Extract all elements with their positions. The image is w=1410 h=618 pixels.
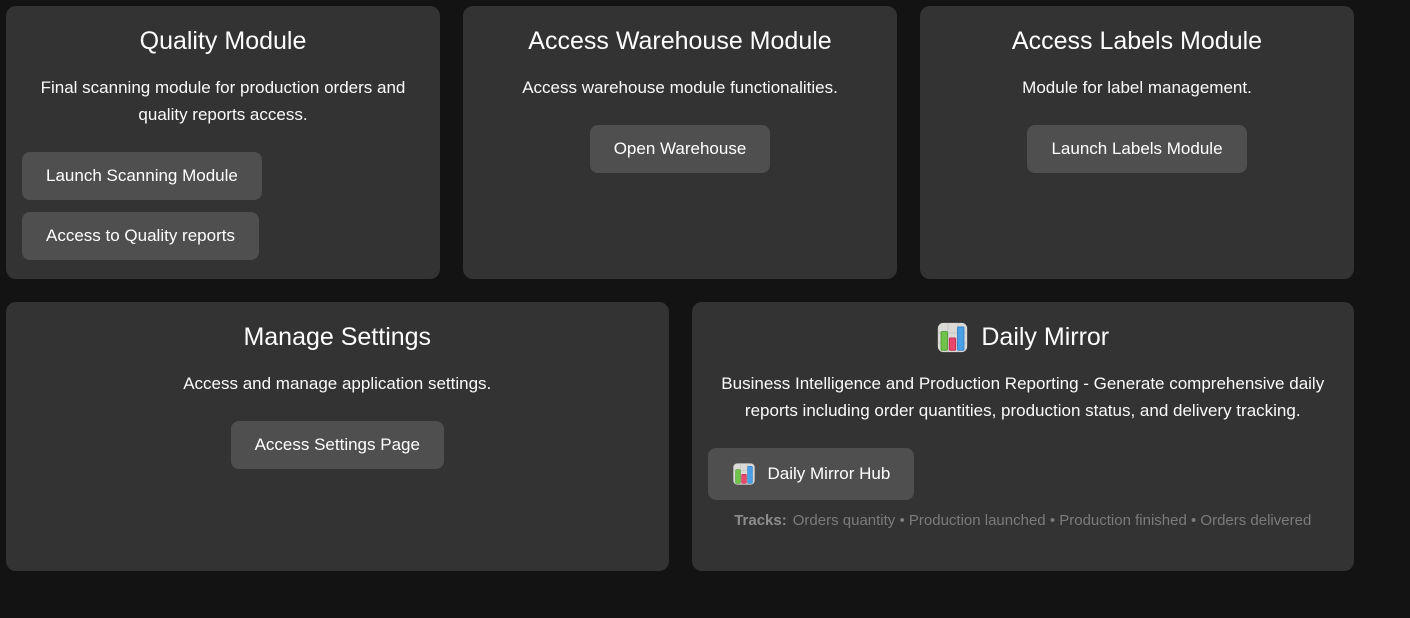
access-settings-page-button[interactable]: Access Settings Page [231, 421, 444, 469]
manage-settings-description: Access and manage application settings. [30, 370, 645, 397]
dashboard-row-top: Quality Module Final scanning module for… [6, 6, 1354, 279]
labels-module-title: Access Labels Module [936, 24, 1338, 58]
modules-dashboard: Quality Module Final scanning module for… [6, 6, 1354, 571]
bar-chart-icon [732, 462, 756, 486]
warehouse-module-actions: Open Warehouse [479, 125, 881, 173]
warehouse-module-title: Access Warehouse Module [479, 24, 881, 58]
launch-scanning-module-button[interactable]: Launch Scanning Module [22, 152, 262, 200]
daily-mirror-title: Daily Mirror [981, 320, 1109, 354]
labels-module-description: Module for label management. [944, 74, 1330, 101]
quality-module-actions: Launch Scanning Module Access to Quality… [22, 152, 424, 260]
card-access-warehouse-module: Access Warehouse Module Access warehouse… [463, 6, 897, 279]
daily-mirror-hub-button[interactable]: Daily Mirror Hub [708, 448, 915, 500]
card-access-labels-module: Access Labels Module Module for label ma… [920, 6, 1354, 279]
warehouse-module-description: Access warehouse module functionalities. [487, 74, 873, 101]
manage-settings-actions: Access Settings Page [22, 421, 653, 469]
daily-mirror-title-row: Daily Mirror [708, 320, 1339, 354]
tracks-label: Tracks: [734, 512, 787, 529]
daily-mirror-actions: Daily Mirror Hub [708, 448, 1339, 500]
manage-settings-title: Manage Settings [22, 320, 653, 354]
labels-module-actions: Launch Labels Module [936, 125, 1338, 173]
tracks-items: Orders quantity • Production launched • … [793, 512, 1312, 529]
quality-module-title: Quality Module [22, 24, 424, 58]
dashboard-row-bottom: Manage Settings Access and manage applic… [6, 302, 1354, 571]
launch-labels-module-button[interactable]: Launch Labels Module [1027, 125, 1246, 173]
tracks-footer: Tracks: Orders quantity • Production laun… [708, 512, 1339, 529]
card-manage-settings: Manage Settings Access and manage applic… [6, 302, 669, 571]
daily-mirror-description: Business Intelligence and Production Rep… [716, 370, 1331, 424]
card-quality-module: Quality Module Final scanning module for… [6, 6, 440, 279]
card-daily-mirror: Daily Mirror Business Intelligence and P… [692, 302, 1355, 571]
access-quality-reports-button[interactable]: Access to Quality reports [22, 212, 259, 260]
open-warehouse-button[interactable]: Open Warehouse [590, 125, 771, 173]
quality-module-description: Final scanning module for production ord… [30, 74, 416, 128]
daily-mirror-hub-label: Daily Mirror Hub [768, 464, 891, 484]
bar-chart-icon [936, 321, 969, 354]
